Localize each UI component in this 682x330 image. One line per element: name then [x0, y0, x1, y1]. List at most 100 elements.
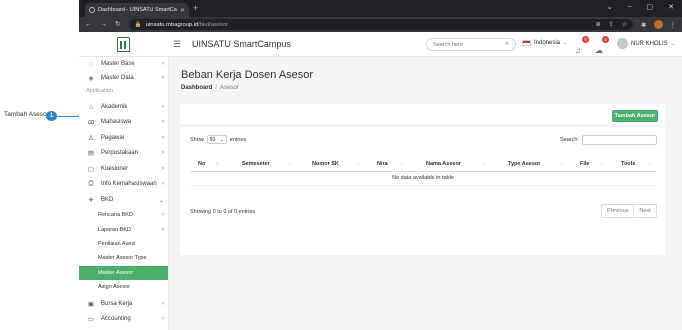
chevron-right-icon: › — [162, 181, 164, 187]
chevron-down-icon: ⌄ — [219, 136, 224, 143]
browser-window: Dashboard - UINSATU SmartCam ✕ + ⌄ – ▢ ✕… — [79, 0, 682, 330]
avatar — [617, 38, 628, 49]
extensions-icon[interactable]: ✱ — [641, 21, 646, 29]
star-icon[interactable]: ☆ — [622, 21, 627, 28]
sidebar-item-label: BKD — [101, 197, 114, 203]
share-icon[interactable]: ⇪ — [609, 21, 614, 28]
chevron-right-icon: › — [162, 75, 164, 81]
hamburger-menu-icon[interactable]: ☰ — [173, 40, 181, 49]
sort-icon[interactable]: ↑↓ — [600, 161, 605, 167]
sidebar-subitem-asign-asesor[interactable]: Asign Asesor — [79, 280, 168, 294]
maximize-icon[interactable]: ▢ — [647, 3, 654, 11]
sidebar-item-label: Bursa Kerja — [101, 301, 133, 307]
notifications-button[interactable]: ♫ 9 — [575, 36, 589, 55]
chevron-right-icon: › — [162, 150, 164, 156]
forward-icon[interactable]: → — [100, 17, 107, 32]
sidebar-item-accounting[interactable]: ▭ Accounting › — [79, 312, 168, 326]
zoom-icon[interactable]: ⊕ — [596, 21, 601, 28]
top-navbar: ☰ UINSATU SmartCampus ⌕ Indonesia ⌄ ♫ 9 … — [79, 32, 682, 57]
column-header-type-asesor[interactable]: Type Asesor — [508, 161, 540, 167]
back-icon[interactable]: ← — [85, 17, 92, 32]
users-icon: ꝏ — [87, 119, 95, 126]
app-area: ☰ UINSATU SmartCampus ⌕ Indonesia ⌄ ♫ 9 … — [79, 32, 682, 330]
profile-icon[interactable] — [653, 20, 663, 29]
chevron-down-icon: ⌄ — [670, 40, 675, 47]
add-asesor-button[interactable]: Tambah Asesor — [612, 110, 658, 122]
sort-icon[interactable]: ↑↓ — [647, 161, 652, 167]
url-input[interactable]: 🔒 uinsatu.mbagroup.id /bkd/asesor ⊕ ⇪ ☆ — [128, 19, 634, 30]
sort-icon[interactable]: ↑↓ — [481, 161, 486, 167]
reload-icon[interactable]: ↻ — [115, 17, 121, 32]
sidebar-item-akademik[interactable]: ⌂ Akademik › — [79, 100, 168, 114]
sidebar-item-perpustakaan[interactable]: ▤ Perpustakaan › — [79, 146, 168, 160]
sidebar-subitem-label: Master Asesor Type — [98, 255, 147, 261]
menu-icon[interactable]: ⋮ — [670, 21, 677, 29]
sidebar-item-kuesioner[interactable]: ▢ Kuesioner › — [79, 162, 168, 176]
sidebar-item-label: Master Base — [101, 61, 135, 67]
sidebar-subitem-penilaian-asesi[interactable]: Penilaian Asesi — [79, 237, 168, 251]
column-header-file[interactable]: File — [580, 161, 589, 167]
table-card — [180, 127, 665, 255]
column-header-tools[interactable]: Tools — [621, 161, 635, 167]
language-selector[interactable]: Indonesia ⌄ — [522, 40, 567, 46]
page-size-value: 50 — [209, 136, 216, 143]
previous-page-button[interactable]: Previous — [602, 205, 633, 217]
user-menu[interactable]: NUR KHOLIS ⌄ — [617, 38, 675, 49]
sidebar-subitem-rencana-bkd[interactable]: Rencana BKD › — [79, 208, 168, 222]
sidebar-item-label: Perpustakaan — [101, 150, 139, 156]
browser-tab[interactable]: Dashboard - UINSATU SmartCam ✕ — [85, 3, 189, 17]
sort-icon[interactable]: ↑↓ — [399, 161, 404, 167]
app-title: UINSATU SmartCampus — [192, 39, 291, 49]
messages-button[interactable]: ☁ 4 — [595, 36, 609, 55]
chevron-down-icon[interactable]: ⌄ — [607, 3, 613, 11]
sidebar-item-label: Pegawai — [101, 135, 125, 141]
language-label: Indonesia — [534, 40, 561, 46]
column-header-no[interactable]: No — [198, 161, 205, 167]
sidebar-item-label: Info Kemahasiswaan — [101, 181, 157, 187]
chevron-right-icon: › — [162, 135, 164, 141]
page-size-select[interactable]: 50 ⌄ — [206, 135, 227, 144]
column-header-nomor-sk[interactable]: Nomor SK — [312, 161, 339, 167]
column-header-nama-asesor[interactable]: Nama Asesor — [426, 161, 461, 167]
graduation-icon: ⌂ — [89, 103, 93, 111]
chevron-right-icon: › — [162, 227, 164, 233]
briefcase-icon: ▣ — [87, 301, 95, 308]
sort-icon[interactable]: ↑↓ — [560, 161, 565, 167]
sort-icon[interactable]: ↑↓ — [288, 161, 293, 167]
minimize-icon[interactable]: – — [628, 3, 632, 11]
table-search-input[interactable] — [581, 135, 657, 145]
sidebar-item-info-kemahasiswaan[interactable]: ⎙ Info Kemahasiswaan › — [79, 177, 168, 191]
lock-icon: 🔒 — [134, 21, 142, 28]
sidebar-item-mahasiswa[interactable]: ꝏ Mahasiswa › — [79, 115, 168, 129]
table-search-control: Search: — [560, 135, 657, 145]
sort-icon[interactable]: ↑↓ — [356, 161, 361, 167]
sidebar-item-bkd[interactable]: ✈ BKD ⌄ — [79, 193, 168, 207]
url-domain: uinsatu.mbagroup.id — [145, 21, 199, 28]
bell-icon: ♫ — [575, 46, 581, 55]
breadcrumb-home[interactable]: Dashboard — [181, 85, 212, 91]
sort-asc-icon[interactable]: ↑↓ — [215, 161, 220, 167]
next-page-button[interactable]: Next — [633, 205, 655, 217]
sidebar-item-master-data[interactable]: ◈ Master Data › — [79, 71, 168, 85]
search-input[interactable] — [433, 41, 506, 48]
sidebar-subitem-master-asesor[interactable]: Master Asesor — [79, 266, 168, 280]
new-tab-icon[interactable]: + — [193, 3, 198, 13]
cube-icon: ◈ — [88, 75, 94, 82]
close-tab-icon[interactable]: ✕ — [180, 7, 185, 14]
university-logo-icon[interactable] — [117, 37, 130, 52]
column-header-nira[interactable]: Nira — [377, 161, 388, 167]
global-search[interactable]: ⌕ — [426, 38, 516, 51]
sidebar-subitem-laporan-bkd[interactable]: Laporan BKD › — [79, 223, 168, 237]
sidebar-item-master-base[interactable]: ◌ Master Base › — [79, 57, 168, 71]
search-icon[interactable]: ⌕ — [506, 41, 509, 48]
page-title: Beban Kerja Dosen Asesor — [181, 69, 314, 81]
close-window-icon[interactable]: ✕ — [668, 3, 674, 11]
sidebar-subitem-master-asesor-type[interactable]: Master Asesor Type — [79, 251, 168, 265]
column-header-semeseter[interactable]: Semeseter — [242, 161, 270, 167]
sidebar-item-bursa-kerja[interactable]: ▣ Bursa Kerja › — [79, 297, 168, 311]
chevron-right-icon: › — [162, 166, 164, 172]
url-path: /bkd/asesor — [198, 21, 229, 28]
sidebar-item-pegawai[interactable]: ♙ Pegawai › — [79, 131, 168, 145]
sidebar-section-label: Application — [86, 88, 113, 94]
sidebar-item-label: Akademik — [101, 104, 128, 110]
